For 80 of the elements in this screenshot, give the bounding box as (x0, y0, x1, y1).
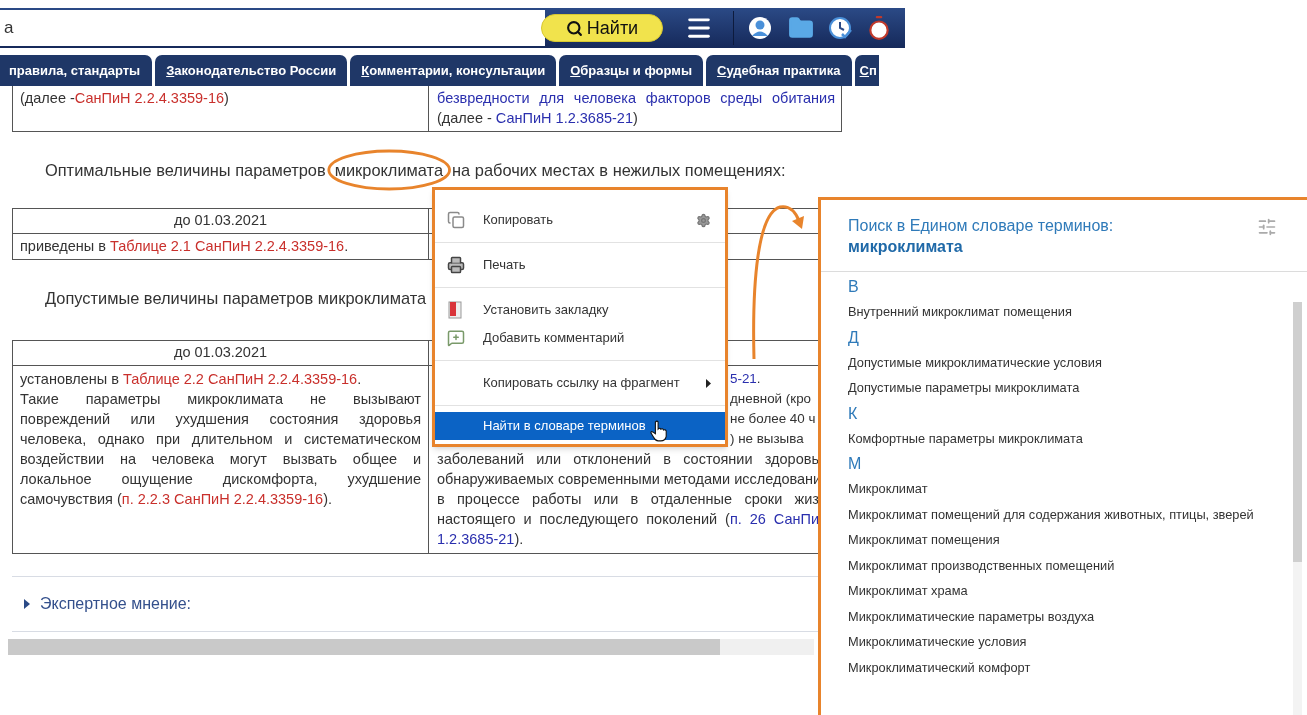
table-cell-text: установлены в Таблице 2.2 СанПиН 2.2.4.3359-16. (20, 370, 363, 389)
highlighted-word: микроклимата (334, 160, 444, 179)
settings-icon[interactable] (696, 212, 711, 228)
user-icon[interactable] (748, 16, 772, 40)
table-cell-text: ) не вызыва (730, 430, 804, 448)
table-cell-text: обнаруживаемых современными методами исследовани (437, 470, 819, 489)
menu-item[interactable]: Печать (435, 251, 725, 279)
menu-item[interactable]: Копировать (435, 206, 725, 234)
table-header: до 01.03.2021 (13, 209, 429, 233)
letter-heading: М (848, 454, 863, 474)
menu-item[interactable]: Установить закладку (435, 296, 725, 324)
tab[interactable]: Образцы и формы (559, 55, 704, 86)
tab[interactable]: Судебная практика (706, 55, 852, 86)
tab[interactable]: Сп (854, 55, 879, 86)
paragraph: Допустимые величины параметров микроклимата (45, 288, 427, 309)
term-link[interactable]: Внутренний микроклимат помещения (848, 299, 1293, 325)
table-cell-text: приведены в Таблице 2.1 СанПиН 2.2.4.3359-16. (20, 237, 349, 256)
hand-cursor-icon (649, 420, 668, 442)
table-cell-text: заболеваний или отклонений в состоянии здоровь (437, 450, 819, 469)
comment-icon (447, 329, 465, 347)
letter-heading: В (848, 277, 860, 297)
search-term: микроклимата (848, 237, 964, 257)
letter-heading: Д (848, 327, 860, 348)
document-link[interactable]: СанПиН 2.2.4.3359-16 (74, 90, 225, 106)
paragraph-text: Оптимальные величины параметров (45, 159, 326, 181)
table-cell-text: Такие параметры микроклимата не вызывают повреждений или ухудшения состояния здоровья человека, однако при длительном и систематическом воздействии на человека могут вызвать общее и локальное ощущение дискомфорта, ухудшение самочувствия (п. 2.2.3 СанПиН 2.2.4.3359-16). (20, 390, 421, 509)
term-link[interactable]: Допустимые параметры микроклимата (848, 375, 1293, 401)
bookmark-icon (447, 301, 463, 319)
document-link[interactable]: СанПиН 1.2.3685-21 (495, 110, 633, 126)
menu-item[interactable]: Найти в словаре терминов (435, 412, 725, 440)
menu-item-label: Копировать (483, 211, 553, 230)
table-cell-text: в процессе работы или в отдаленные сроки жиз (437, 490, 819, 509)
search-field[interactable]: а (0, 10, 545, 46)
table-cell-text: дневной (кро (730, 390, 812, 408)
document-link[interactable]: 5-21 (730, 371, 757, 386)
menu-item-label: Найти в словаре терминов (483, 417, 646, 436)
panel-title: Поиск в Едином словаре терминов: (848, 216, 1114, 236)
table-header: до 01.03.2021 (13, 341, 429, 365)
term-link[interactable]: Допустимые микроклиматические условия (848, 349, 1293, 375)
term-link[interactable]: Микроклимат (848, 476, 1293, 502)
copy-icon (447, 211, 465, 229)
table-cell-text: 5-21. (730, 370, 761, 388)
term-link[interactable]: Микроклиматические параметры воздуха (848, 603, 1293, 629)
menu-item[interactable]: Копировать ссылку на фрагмент (435, 369, 725, 397)
tab[interactable]: правила, стандарты (0, 55, 153, 86)
submenu-caret-icon (706, 378, 711, 388)
paragraph-text: на рабочих местах в нежилых помещениях: (452, 159, 786, 181)
menu-item-label: Печать (483, 256, 526, 275)
section-heading[interactable]: Экспертное мнение: (40, 592, 192, 616)
menu-item-label: Копировать ссылку на фрагмент (483, 374, 680, 393)
term-link[interactable]: Микроклиматические условия (848, 629, 1293, 655)
stopwatch-icon[interactable] (866, 15, 892, 41)
search-icon (565, 19, 583, 37)
letter-heading: К (848, 403, 859, 424)
document-link[interactable]: п. 26 СанПи (729, 511, 819, 527)
printer-icon (447, 256, 465, 274)
tab[interactable]: Комментарии, консультации (350, 55, 557, 86)
term-link[interactable]: Микроклимат помещения (848, 527, 1293, 553)
vertical-scrollbar[interactable] (1293, 302, 1302, 715)
folder-icon[interactable] (788, 15, 814, 41)
term-link[interactable]: Микроклимат производственных помещений (848, 552, 1293, 578)
table-cell-text: 1.2.3685-21). (437, 530, 524, 549)
menu-item[interactable]: Добавить комментарий (435, 324, 725, 352)
table-cell-text: не более 40 ч (730, 410, 816, 428)
term-link[interactable]: Микроклиматический комфорт (848, 654, 1293, 680)
expand-triangle-icon[interactable] (24, 599, 30, 609)
tab[interactable]: Законодательство России (155, 55, 348, 86)
clock-icon[interactable] (828, 16, 852, 40)
menu-item-label: Добавить комментарий (483, 329, 625, 348)
horizontal-scrollbar[interactable] (8, 639, 814, 655)
table-cell-text: (далее - СанПиН 1.2.3685-21) (437, 109, 638, 128)
table-cell-text: настоящего и последующего поколений (п. 26 СанПи (437, 510, 819, 529)
table-cell-text: (далее -СанПиН 2.2.4.3359-16) (20, 89, 229, 108)
term-link[interactable]: Микроклимат храма (848, 578, 1293, 604)
document-link[interactable]: безвредности для человека факторов среды обитания (437, 90, 835, 106)
term-link[interactable]: Микроклимат помещений для содержания животных, птицы, зверей (848, 501, 1293, 527)
document-link[interactable]: п. 2.2.3 СанПиН 2.2.4.3359-16 (121, 491, 324, 507)
document-link[interactable]: 1.2.3685-21 (437, 531, 515, 547)
menu-item-label: Установить закладку (483, 301, 609, 320)
term-link[interactable]: Комфортные параметры микроклимата (848, 425, 1293, 451)
